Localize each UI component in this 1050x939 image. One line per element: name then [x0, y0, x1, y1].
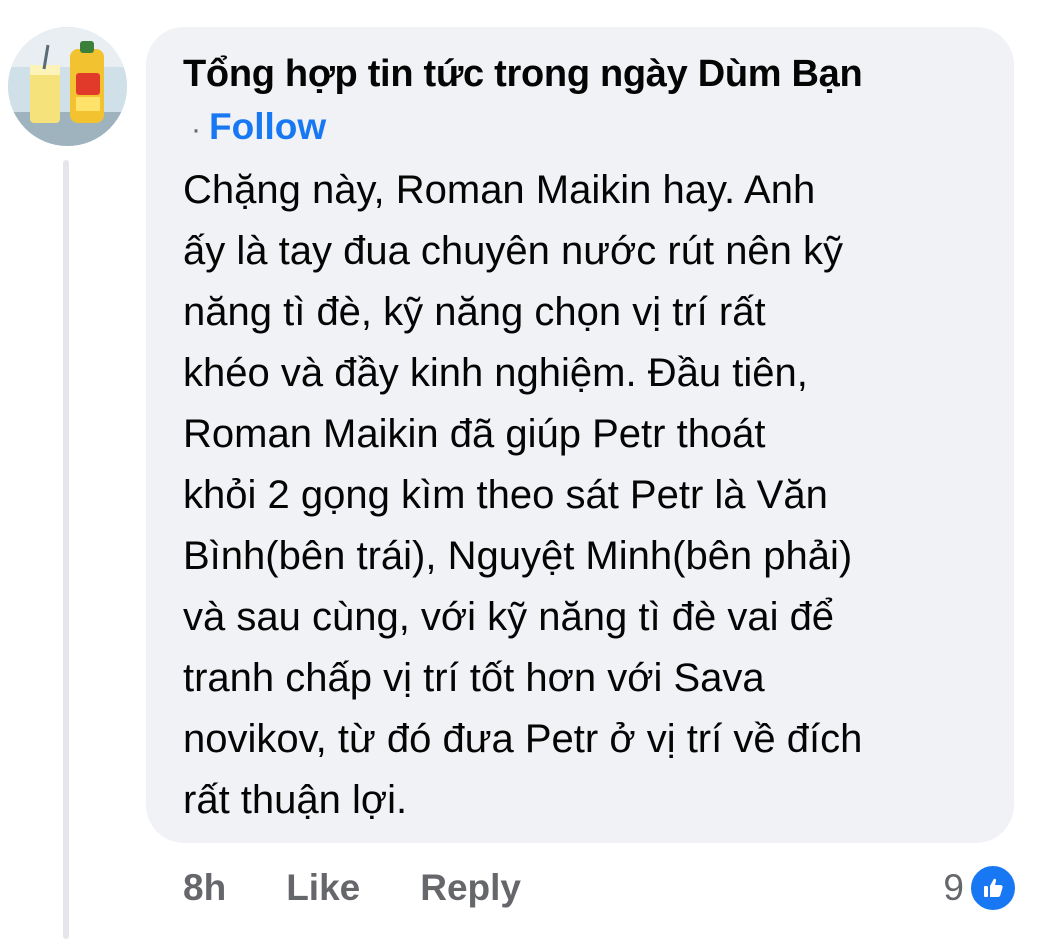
comment-actions: 8h Like Reply [183, 862, 521, 914]
avatar[interactable] [8, 27, 127, 146]
comment-timestamp[interactable]: 8h [183, 867, 226, 909]
reaction-count: 9 [943, 867, 964, 908]
avatar-image [8, 27, 127, 146]
comment-author[interactable]: Tổng hợp tin tức trong ngày Dùm Bạn [183, 51, 984, 97]
reaction-summary[interactable]: 9 [943, 862, 1018, 914]
reply-button[interactable]: Reply [420, 867, 521, 909]
comment-bubble: Tổng hợp tin tức trong ngày Dùm Bạn · Fol… [146, 27, 1014, 843]
thumbs-up-icon [968, 863, 1018, 913]
separator-dot: · [191, 113, 201, 146]
like-button[interactable]: Like [286, 867, 360, 909]
comment-text: Chặng này, Roman Maikin hay. Anh ấy là t… [183, 168, 863, 822]
follow-button[interactable]: Follow [209, 106, 326, 147]
thread-line [63, 160, 69, 939]
follow-row: · Follow [191, 101, 984, 156]
